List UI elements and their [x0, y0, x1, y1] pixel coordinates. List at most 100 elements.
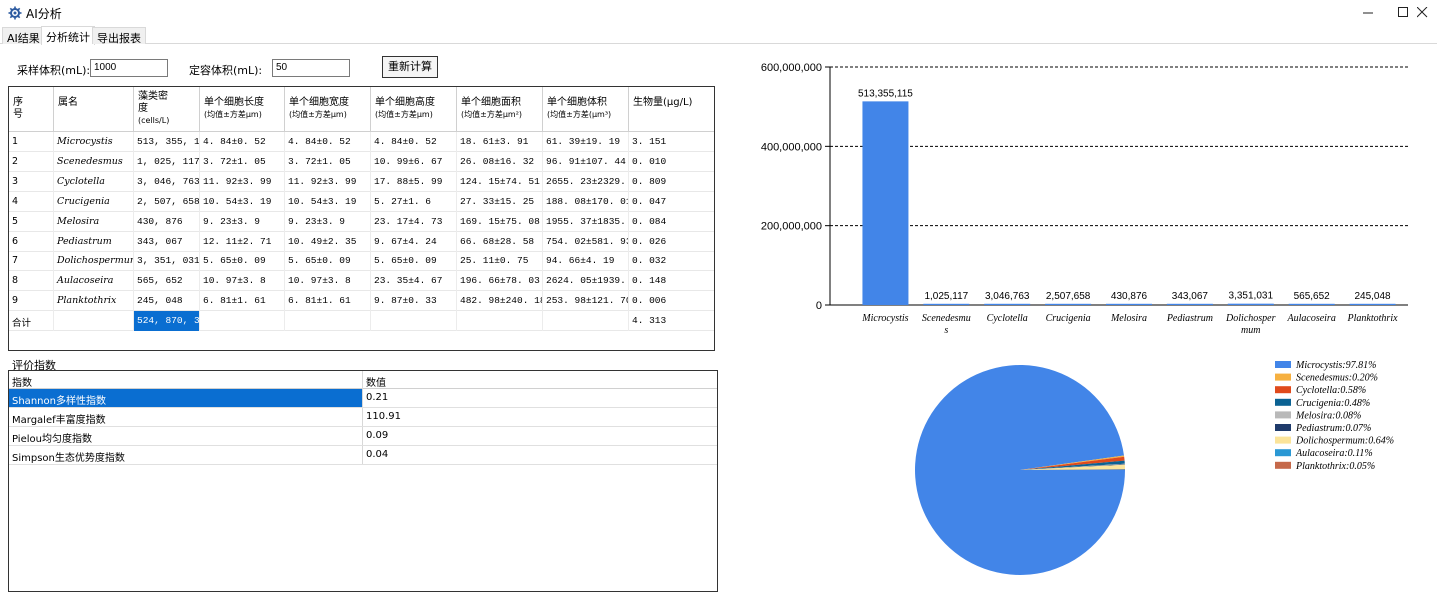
table-row[interactable]: 6 Pediastrum 343, 067 12. 11±2. 71 10. 49±2.…: [9, 231, 714, 252]
evaluation-row[interactable]: Margalef丰富度指数 110.91: [9, 408, 717, 427]
bar[interactable]: [1288, 303, 1335, 305]
header-density[interactable]: 藻类密度 (cells/L): [134, 87, 200, 132]
cell-no[interactable]: 3: [9, 171, 54, 192]
cell-biomass[interactable]: 0. 809: [629, 172, 714, 192]
evaluation-index-name[interactable]: Pielou均匀度指数: [9, 427, 363, 445]
cell-density[interactable]: 3, 351, 031: [134, 251, 200, 272]
cell-density[interactable]: 1, 025, 117: [134, 151, 200, 172]
tab-analysis-stats[interactable]: 分析统计: [41, 26, 95, 45]
cell-density[interactable]: 513, 355, 115: [134, 132, 200, 152]
bar[interactable]: [1166, 303, 1213, 305]
cell-length[interactable]: 10. 97±3. 8: [200, 271, 285, 292]
header-index[interactable]: 指数: [9, 371, 363, 389]
cell-volume[interactable]: 61. 39±19. 19: [543, 132, 629, 152]
cell-biomass[interactable]: 0. 006: [629, 291, 714, 311]
bar[interactable]: [1227, 303, 1274, 305]
cell-area[interactable]: 25. 11±0. 75: [457, 251, 543, 272]
bar[interactable]: [1349, 303, 1396, 305]
cell-biomass[interactable]: 0. 047: [629, 192, 714, 212]
cell-biomass[interactable]: 3. 151: [629, 132, 714, 152]
table-row[interactable]: 5 Melosira 430, 876 9. 23±3. 9 9. 23±3. 9 23.…: [9, 211, 714, 232]
cell-area[interactable]: 66. 68±28. 58: [457, 231, 543, 252]
total-empty[interactable]: [200, 311, 285, 332]
cell-width[interactable]: 6. 81±1. 61: [285, 291, 371, 312]
cell-area[interactable]: 482. 98±240. 18: [457, 291, 543, 312]
cell-density[interactable]: 3, 046, 763: [134, 171, 200, 192]
cell-biomass[interactable]: 0. 010: [629, 152, 714, 172]
cell-volume[interactable]: 2655. 23±2329. 01: [543, 171, 629, 192]
cell-width[interactable]: 11. 92±3. 99: [285, 171, 371, 192]
cell-density[interactable]: 430, 876: [134, 211, 200, 232]
cell-area[interactable]: 124. 15±74. 51: [457, 171, 543, 192]
cell-no[interactable]: 1: [9, 132, 54, 152]
cell-width[interactable]: 10. 54±3. 19: [285, 191, 371, 212]
cell-length[interactable]: 6. 81±1. 61: [200, 291, 285, 312]
cell-volume[interactable]: 1955. 37±1835. 35: [543, 211, 629, 232]
evaluation-index-value[interactable]: 110.91: [363, 408, 717, 426]
cell-density[interactable]: 565, 652: [134, 271, 200, 292]
cell-length[interactable]: 10. 54±3. 19: [200, 191, 285, 212]
table-row[interactable]: 9 Planktothrix 245, 048 6. 81±1. 61 6. 81±1.…: [9, 291, 714, 312]
cell-genus[interactable]: Scenedesmus: [54, 151, 134, 172]
cell-no[interactable]: 2: [9, 151, 54, 172]
header-area[interactable]: 单个细胞面积 (均值±方差μm²): [457, 87, 543, 132]
cell-length[interactable]: 11. 92±3. 99: [200, 171, 285, 192]
table-row[interactable]: 8 Aulacoseira 565, 652 10. 97±3. 8 10. 97±3.…: [9, 271, 714, 292]
evaluation-index-name[interactable]: Margalef丰富度指数: [9, 408, 363, 426]
cell-width[interactable]: 4. 84±0. 52: [285, 132, 371, 152]
header-width[interactable]: 单个细胞宽度 (均值±方差μm): [285, 87, 371, 132]
cell-no[interactable]: 8: [9, 271, 54, 292]
cell-density[interactable]: 2, 507, 658: [134, 191, 200, 212]
bar[interactable]: [1045, 303, 1092, 305]
recalculate-button[interactable]: 重新计算: [382, 56, 438, 78]
evaluation-index-value[interactable]: 0.21: [363, 389, 717, 407]
total-empty[interactable]: [457, 311, 543, 332]
cell-density[interactable]: 343, 067: [134, 231, 200, 252]
cell-no[interactable]: 4: [9, 191, 54, 212]
cell-length[interactable]: 9. 23±3. 9: [200, 211, 285, 232]
table-row[interactable]: 1Microcystis513, 355, 1154. 84±0. 524. 8…: [9, 132, 714, 152]
total-empty[interactable]: [371, 311, 457, 332]
table-row[interactable]: 3 Cyclotella 3, 046, 763 11. 92±3. 99 11. 92…: [9, 171, 714, 192]
cell-volume[interactable]: 94. 66±4. 19: [543, 251, 629, 272]
cell-height[interactable]: 9. 87±0. 33: [371, 291, 457, 312]
close-button[interactable]: [1400, 0, 1437, 26]
cell-biomass[interactable]: 0. 148: [629, 271, 714, 291]
cell-genus[interactable]: Cyclotella: [54, 171, 134, 192]
tab-ai-results[interactable]: AI结果: [2, 27, 45, 45]
cell-length[interactable]: 5. 65±0. 09: [200, 251, 285, 272]
total-empty[interactable]: [543, 311, 629, 332]
cell-density[interactable]: 245, 048: [134, 291, 200, 312]
cell-genus[interactable]: Crucigenia: [54, 191, 134, 212]
cell-height[interactable]: 4. 84±0. 52: [371, 132, 457, 152]
header-no[interactable]: 序号: [9, 87, 54, 132]
table-row[interactable]: 4 Crucigenia 2, 507, 658 10. 54±3. 19 10. 54…: [9, 191, 714, 212]
cell-length[interactable]: 4. 84±0. 52: [200, 132, 285, 152]
total-label[interactable]: 合计: [9, 311, 54, 332]
header-genus[interactable]: 属名: [54, 87, 134, 132]
cell-biomass[interactable]: 0. 026: [629, 232, 714, 252]
bar[interactable]: [923, 303, 970, 305]
cell-width[interactable]: 3. 72±1. 05: [285, 151, 371, 172]
cell-volume[interactable]: 754. 02±581. 93: [543, 231, 629, 252]
total-empty[interactable]: [54, 311, 134, 332]
header-biomass[interactable]: 生物量(μg/L): [629, 87, 714, 132]
cell-length[interactable]: 12. 11±2. 71: [200, 231, 285, 252]
total-row[interactable]: 合计 524, 870, 327 4. 313: [9, 311, 714, 332]
evaluation-index-name[interactable]: Shannon多样性指数: [9, 389, 363, 407]
cell-volume[interactable]: 253. 98±121. 70: [543, 291, 629, 312]
cell-height[interactable]: 10. 99±6. 67: [371, 151, 457, 172]
evaluation-row[interactable]: Pielou均匀度指数 0.09: [9, 427, 717, 446]
bar[interactable]: [1106, 303, 1152, 305]
cell-width[interactable]: 10. 49±2. 35: [285, 231, 371, 252]
cell-width[interactable]: 9. 23±3. 9: [285, 211, 371, 232]
cell-height[interactable]: 9. 67±4. 24: [371, 231, 457, 252]
header-length[interactable]: 单个细胞长度 (均值±方差μm): [200, 87, 285, 132]
table-row[interactable]: 7 Dolichospermum 3, 351, 031 5. 65±0. 09 5. …: [9, 251, 714, 272]
cell-volume[interactable]: 188. 08±170. 01: [543, 191, 629, 212]
sample-volume-input[interactable]: 1000: [90, 59, 168, 77]
cell-volume[interactable]: 2624. 05±1939. 65: [543, 271, 629, 292]
cell-biomass[interactable]: 0. 084: [629, 212, 714, 232]
cell-width[interactable]: 5. 65±0. 09: [285, 251, 371, 272]
cell-width[interactable]: 10. 97±3. 8: [285, 271, 371, 292]
